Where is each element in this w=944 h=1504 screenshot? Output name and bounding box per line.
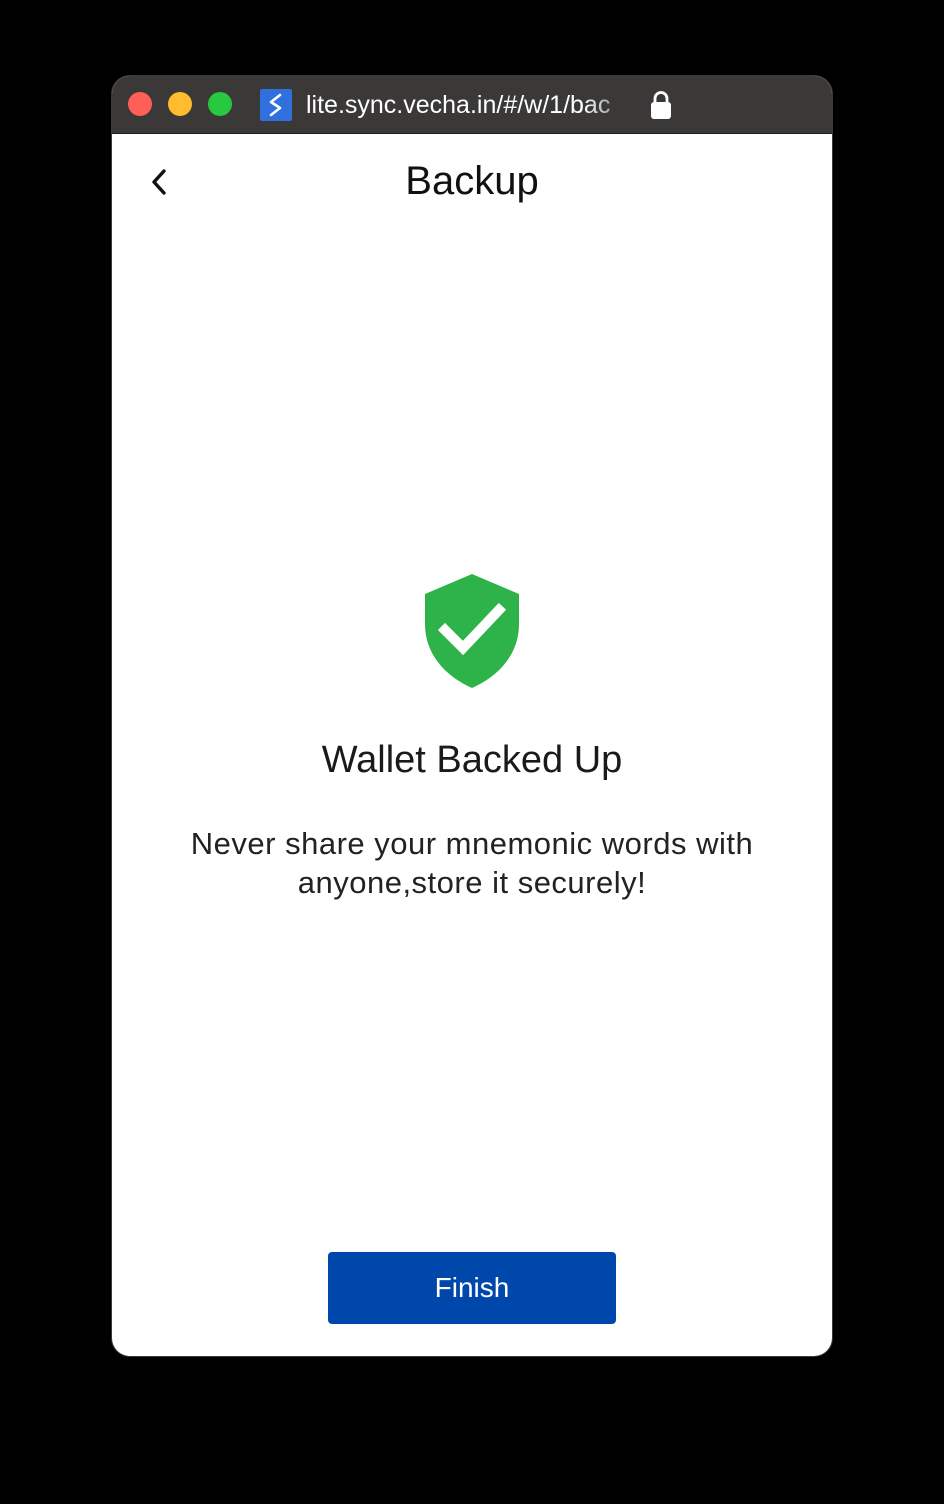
page-content: Backup Wallet Backed Up Never share your… [112,134,832,1356]
finish-button[interactable]: Finish [328,1252,616,1324]
lock-icon [650,90,672,120]
shield-check-icon [423,572,521,690]
page-title: Backup [405,159,539,203]
minimize-window-button[interactable] [168,92,192,116]
title-bar: lite.sync.vecha.in/#/w/1/bac [112,76,832,134]
close-window-button[interactable] [128,92,152,116]
address-bar-url[interactable]: lite.sync.vecha.in/#/w/1/bac [306,88,636,122]
maximize-window-button[interactable] [208,92,232,116]
status-heading: Wallet Backed Up [321,739,623,781]
browser-window: lite.sync.vecha.in/#/w/1/bac Backup Wall… [112,76,832,1356]
site-favicon-icon [260,89,292,121]
status-message: Never share your mnemonic words with any… [190,826,754,900]
